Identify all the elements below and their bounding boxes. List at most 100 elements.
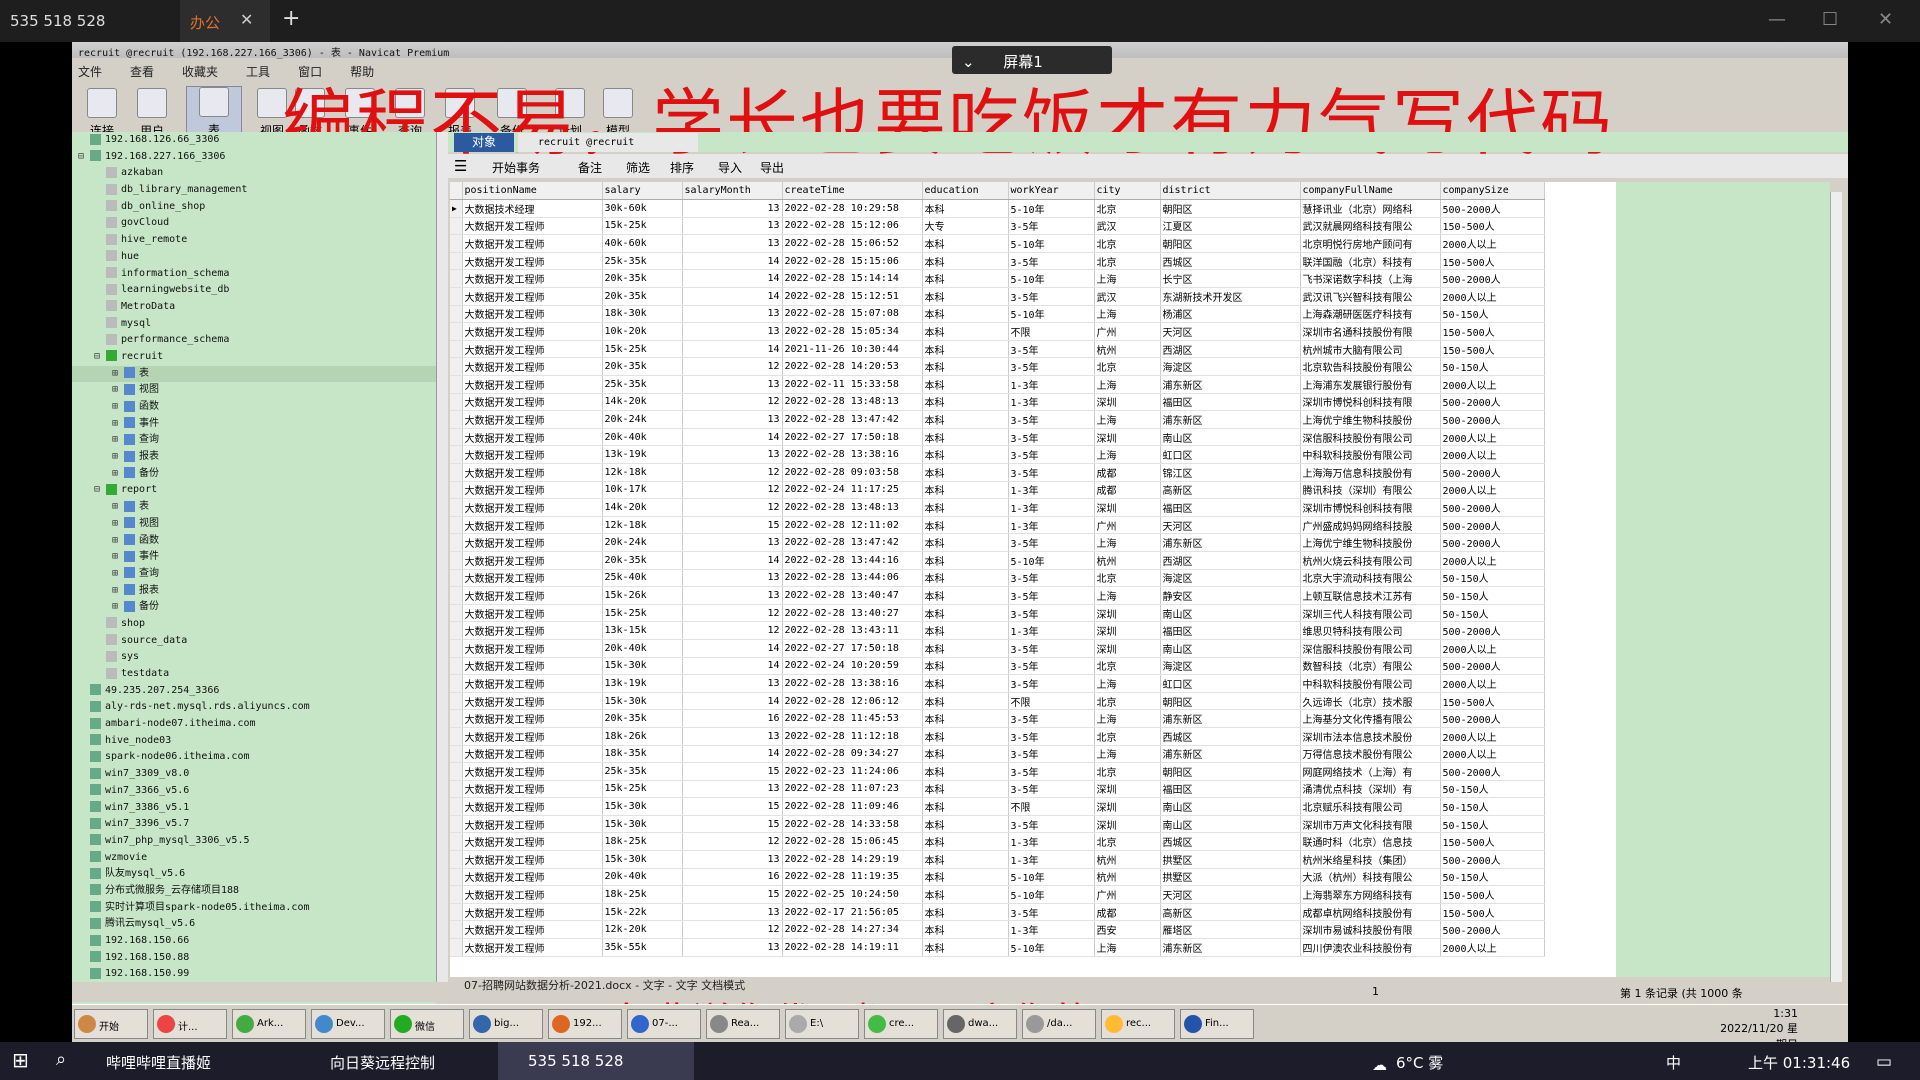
table-cell[interactable]: 1-3年 bbox=[1008, 498, 1095, 517]
table-cell[interactable]: 40k-60k bbox=[602, 234, 683, 253]
table-cell[interactable]: 13 bbox=[682, 569, 783, 588]
table-cell[interactable]: 本科 bbox=[922, 445, 1009, 464]
row-marker[interactable] bbox=[450, 569, 463, 588]
table-cell[interactable]: 30k-60k bbox=[602, 199, 683, 218]
table-cell[interactable]: 网庭网络技术（上海）有 bbox=[1300, 762, 1441, 781]
table-cell[interactable]: 50-150人 bbox=[1440, 305, 1545, 324]
row-marker[interactable] bbox=[450, 780, 463, 799]
row-marker[interactable] bbox=[450, 797, 463, 816]
table-cell[interactable]: 150-500人 bbox=[1440, 252, 1545, 271]
row-marker[interactable] bbox=[450, 234, 463, 253]
column-header-education[interactable]: education bbox=[922, 182, 1009, 201]
table-cell[interactable]: 杨浦区 bbox=[1160, 305, 1301, 324]
tree-item[interactable]: azkaban bbox=[72, 165, 436, 182]
table-cell[interactable]: 15k-30k bbox=[602, 850, 683, 869]
table-row[interactable]: 大数据开发工程师 14k-20k 12 2022-02-28 13:48:13 本科 1-… bbox=[450, 498, 1545, 517]
tree-item[interactable]: ambari-node07.itheima.com bbox=[72, 716, 436, 733]
table-cell[interactable]: 14 bbox=[682, 657, 783, 676]
table-cell[interactable]: 本科 bbox=[922, 727, 1009, 746]
column-header-salary[interactable]: salary bbox=[602, 182, 683, 201]
row-marker[interactable] bbox=[450, 393, 463, 412]
table-cell[interactable]: 本科 bbox=[922, 815, 1009, 834]
table-cell[interactable]: 腾讯科技（深圳）有限公 bbox=[1300, 481, 1441, 500]
tree-item[interactable]: ⊞ 表 bbox=[72, 365, 436, 383]
table-cell[interactable]: 深圳 bbox=[1094, 797, 1161, 816]
table-row[interactable]: 大数据开发工程师 13k-19k 13 2022-02-28 13:38:16 本科 3-… bbox=[450, 445, 1545, 464]
table-cell[interactable]: 150-500人 bbox=[1440, 692, 1545, 711]
tree-item[interactable]: ⊞ 查询 bbox=[72, 432, 436, 449]
table-cell[interactable]: 2022-02-28 14:20:53 bbox=[782, 357, 923, 377]
table-cell[interactable]: 18k-25k bbox=[602, 832, 683, 852]
table-row[interactable]: 大数据开发工程师 15k-30k 15 2022-02-28 11:09:46 本科 不限… bbox=[450, 797, 1545, 816]
table-cell[interactable]: 13 bbox=[682, 780, 783, 799]
current-row-marker-icon[interactable]: ▶ bbox=[450, 199, 463, 218]
table-cell[interactable]: 2022-02-17 21:56:05 bbox=[782, 903, 923, 922]
table-cell[interactable]: 15k-30k bbox=[602, 815, 683, 834]
table-cell[interactable]: 3-5年 bbox=[1008, 780, 1095, 799]
tree-item[interactable]: hive_node03 bbox=[72, 733, 436, 750]
table-cell[interactable]: 西城区 bbox=[1160, 727, 1301, 746]
table-cell[interactable]: 本科 bbox=[922, 621, 1009, 640]
inner-task-item[interactable]: Fin... bbox=[1180, 1009, 1254, 1039]
table-row[interactable]: 大数据开发工程师 18k-25k 12 2022-02-28 15:06:45 本科 1-… bbox=[450, 832, 1545, 852]
table-cell[interactable]: 500-2000人 bbox=[1440, 709, 1545, 728]
tree-item[interactable]: shop bbox=[72, 616, 436, 633]
table-cell[interactable]: 大数据开发工程师 bbox=[462, 762, 603, 781]
table-cell[interactable]: 12 bbox=[682, 920, 783, 940]
table-cell[interactable]: 大数据开发工程师 bbox=[462, 674, 603, 693]
table-cell[interactable]: 20k-40k bbox=[602, 868, 683, 887]
table-cell[interactable]: 14 bbox=[682, 745, 783, 764]
table-cell[interactable]: 广州 bbox=[1094, 516, 1161, 535]
table-cell[interactable]: 本科 bbox=[922, 850, 1009, 869]
table-cell[interactable]: 大数据开发工程师 bbox=[462, 920, 603, 940]
table-cell[interactable]: 13 bbox=[682, 903, 783, 922]
row-marker[interactable] bbox=[450, 621, 463, 640]
table-cell[interactable]: 上海 bbox=[1094, 674, 1161, 693]
table-cell[interactable]: 500-2000人 bbox=[1440, 516, 1545, 535]
tree-item[interactable]: 192.168.150.88 bbox=[72, 950, 436, 967]
begin-transaction-button[interactable]: 开始事务 bbox=[492, 159, 540, 176]
table-cell[interactable]: 20k-24k bbox=[602, 533, 683, 552]
table-cell[interactable]: 大数据开发工程师 bbox=[462, 498, 603, 517]
expand-icon[interactable]: ⊞ bbox=[112, 533, 124, 550]
expand-icon[interactable]: ⊞ bbox=[112, 382, 124, 399]
table-cell[interactable]: 20k-35k bbox=[602, 709, 683, 728]
table-cell[interactable]: 大数据开发工程师 bbox=[462, 586, 603, 605]
table-cell[interactable]: 1-3年 bbox=[1008, 920, 1095, 940]
menu-icon[interactable]: ☰ bbox=[454, 157, 467, 175]
expand-icon[interactable]: ⊞ bbox=[112, 599, 124, 616]
table-cell[interactable]: 大数据开发工程师 bbox=[462, 569, 603, 588]
table-cell[interactable]: 14 bbox=[682, 252, 783, 271]
row-marker[interactable] bbox=[450, 551, 463, 570]
table-cell[interactable]: 大数据开发工程师 bbox=[462, 639, 603, 658]
table-cell[interactable]: 北京 bbox=[1094, 727, 1161, 746]
table-cell[interactable]: 20k-35k bbox=[602, 551, 683, 570]
table-cell[interactable]: 2022-02-28 13:40:27 bbox=[782, 604, 923, 623]
tree-scrollbar[interactable] bbox=[436, 132, 448, 1002]
weather-icon[interactable]: ☁ bbox=[1372, 1056, 1387, 1074]
inner-task-item[interactable]: 微信 bbox=[390, 1009, 464, 1039]
table-row[interactable]: 大数据开发工程师 25k-40k 13 2022-02-28 13:44:06 本科 3-… bbox=[450, 569, 1545, 588]
table-cell[interactable]: 深圳 bbox=[1094, 780, 1161, 799]
table-cell[interactable]: 天河区 bbox=[1160, 885, 1301, 904]
table-cell[interactable]: 1-3年 bbox=[1008, 393, 1095, 412]
table-cell[interactable]: 2022-02-28 13:47:42 bbox=[782, 533, 923, 552]
row-marker[interactable] bbox=[450, 692, 463, 711]
table-cell[interactable]: 大数据开发工程师 bbox=[462, 885, 603, 904]
table-cell[interactable]: 2022-02-28 15:12:51 bbox=[782, 287, 923, 306]
table-cell[interactable]: 12k-20k bbox=[602, 920, 683, 940]
table-cell[interactable]: 深圳市易诚科技股份有限 bbox=[1300, 920, 1441, 940]
table-cell[interactable]: 雁塔区 bbox=[1160, 920, 1301, 940]
table-row[interactable]: 大数据开发工程师 12k-18k 15 2022-02-28 12:11:02 本科 1-… bbox=[450, 516, 1545, 535]
table-cell[interactable]: 大数据开发工程师 bbox=[462, 305, 603, 324]
table-cell[interactable]: 20k-35k bbox=[602, 269, 683, 289]
table-button[interactable]: 表 bbox=[186, 86, 242, 137]
tree-item[interactable]: ⊞ 事件 bbox=[72, 416, 436, 433]
column-header-positionName[interactable]: positionName bbox=[462, 182, 603, 201]
table-cell[interactable]: 2021-11-26 10:30:44 bbox=[782, 340, 923, 359]
table-row[interactable]: 大数据开发工程师 20k-35k 12 2022-02-28 14:20:53 本科 3-… bbox=[450, 357, 1545, 377]
table-cell[interactable]: 2022-02-28 11:07:23 bbox=[782, 780, 923, 799]
table-cell[interactable]: 静安区 bbox=[1160, 586, 1301, 605]
table-cell[interactable]: 25k-35k bbox=[602, 252, 683, 271]
row-marker[interactable] bbox=[450, 269, 463, 289]
